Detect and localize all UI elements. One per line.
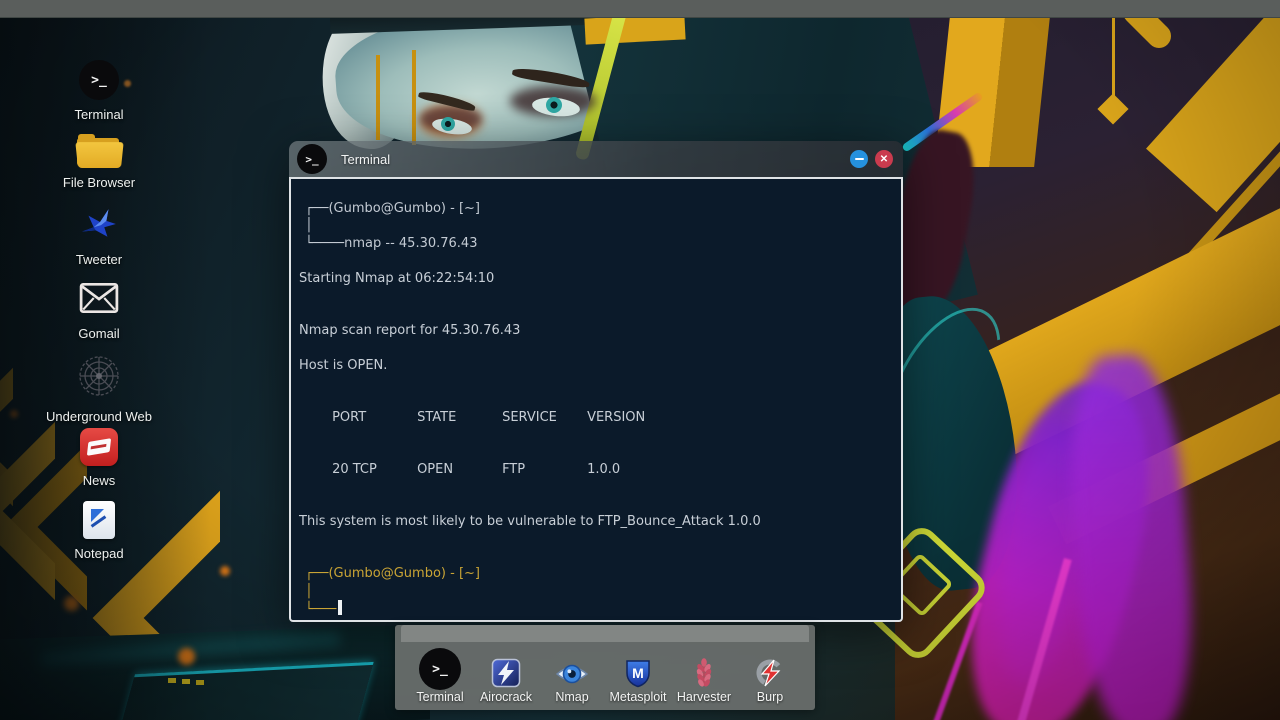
notepad-icon	[83, 501, 115, 539]
terminal-line: ┌──(Gumbo@Gumbo) - [~]	[305, 566, 480, 582]
window-title: Terminal	[341, 151, 391, 167]
desktop-icon-file-browser[interactable]: File Browser	[29, 134, 169, 190]
table-header-cell: SERVICE	[502, 409, 557, 425]
web-icon	[78, 355, 120, 402]
airocrack-icon	[491, 656, 521, 688]
bird-icon	[80, 206, 118, 245]
desktop-icon-label: Gomail	[78, 326, 120, 341]
port-table-row: 20 TCP OPEN FTP 1.0.0	[299, 444, 891, 496]
window-titlebar[interactable]: >_ Terminal ✕	[289, 141, 903, 177]
dock-handle[interactable]	[401, 625, 809, 642]
wheat-icon	[694, 656, 714, 688]
shield-icon: M	[623, 656, 653, 688]
eye-icon	[555, 656, 589, 688]
minimize-icon	[854, 157, 864, 161]
desktop-icon-news[interactable]: News	[29, 428, 169, 488]
dock-item-airocrack[interactable]: Airocrack	[473, 643, 539, 704]
dock-item-metasploit[interactable]: M Metasploit	[605, 643, 671, 704]
terminal-window: >_ Terminal ✕ ┌──(Gumbo@Gumbo) - [~] │ └…	[289, 141, 903, 622]
terminal-prompt-line: └───	[305, 600, 891, 618]
dock-item-harvester[interactable]: Harvester	[671, 643, 737, 704]
desktop-icon-label: File Browser	[62, 175, 136, 190]
minimize-button[interactable]	[850, 150, 868, 168]
terminal-line: │	[305, 583, 313, 599]
table-header-cell: VERSION	[587, 409, 646, 425]
table-header-cell: STATE	[417, 409, 457, 425]
table-cell: 1.0.0	[587, 462, 621, 478]
bolt-icon	[755, 656, 785, 688]
top-panel[interactable]	[0, 0, 1280, 18]
terminal-line: Starting Nmap at 06:22:54:10	[299, 270, 495, 286]
dock-item-label: Harvester	[676, 690, 732, 704]
dock-item-label: Burp	[756, 690, 784, 704]
terminal-line: This system is most likely to be vulnera…	[299, 514, 761, 530]
table-header-cell: PORT	[332, 409, 367, 425]
terminal-body[interactable]: ┌──(Gumbo@Gumbo) - [~] │ └────nmap -- 45…	[289, 177, 903, 622]
terminal-icon: >_	[79, 60, 119, 100]
desktop-icon-tweeter[interactable]: Tweeter	[29, 206, 169, 267]
terminal-line: └────nmap -- 45.30.76.43	[305, 235, 478, 251]
table-cell: FTP	[502, 462, 526, 478]
desktop-icon-underground-web[interactable]: Underground Web	[29, 355, 169, 424]
desktop-icon-label: News	[82, 473, 116, 488]
dock-item-burp[interactable]: Burp	[737, 643, 803, 704]
envelope-icon	[79, 282, 119, 319]
table-cell: 20 TCP	[332, 462, 377, 478]
desktop-icon-label: Notepad	[74, 546, 124, 561]
news-icon	[80, 428, 118, 466]
table-cell: OPEN	[417, 462, 454, 478]
terminal-icon: >_	[419, 648, 461, 690]
desktop-icon-label: Tweeter	[75, 252, 123, 267]
dock-item-label: Airocrack	[479, 690, 533, 704]
desktop-icon-gomail[interactable]: Gomail	[29, 282, 169, 341]
terminal-line: Nmap scan report for 45.30.76.43	[299, 322, 521, 338]
terminal-line: │	[305, 218, 313, 234]
prompt-text: └───	[305, 602, 337, 618]
desktop-icon-label: Underground Web	[46, 409, 152, 424]
terminal-icon: >_	[297, 144, 327, 174]
dock-item-label: Metasploit	[609, 690, 667, 704]
dock-item-nmap[interactable]: Nmap	[539, 643, 605, 704]
dock-item-label: Nmap	[555, 690, 589, 704]
terminal-cursor	[338, 600, 343, 616]
desktop-icon-label: Terminal	[74, 107, 124, 122]
svg-text:M: M	[632, 665, 644, 681]
folder-icon	[75, 134, 124, 168]
dock-item-label: Terminal	[416, 690, 464, 704]
close-button[interactable]: ✕	[875, 150, 893, 168]
terminal-line: ┌──(Gumbo@Gumbo) - [~]	[305, 201, 480, 216]
dock: >_ Terminal Airocrack Nmap M Metasploit …	[395, 625, 815, 710]
close-icon: ✕	[879, 153, 889, 165]
desktop-icon-terminal[interactable]: >_ Terminal	[29, 60, 169, 122]
desktop-icon-notepad[interactable]: Notepad	[29, 501, 169, 561]
desktop: >_ Terminal File Browser Tweeter Gomail	[0, 0, 1280, 720]
dock-item-terminal[interactable]: >_ Terminal	[407, 643, 473, 704]
port-table-header: PORT STATE SERVICE VERSION	[299, 391, 891, 443]
dock-row: >_ Terminal Airocrack Nmap M Metasploit …	[407, 643, 803, 704]
terminal-line: Host is OPEN.	[299, 357, 388, 373]
